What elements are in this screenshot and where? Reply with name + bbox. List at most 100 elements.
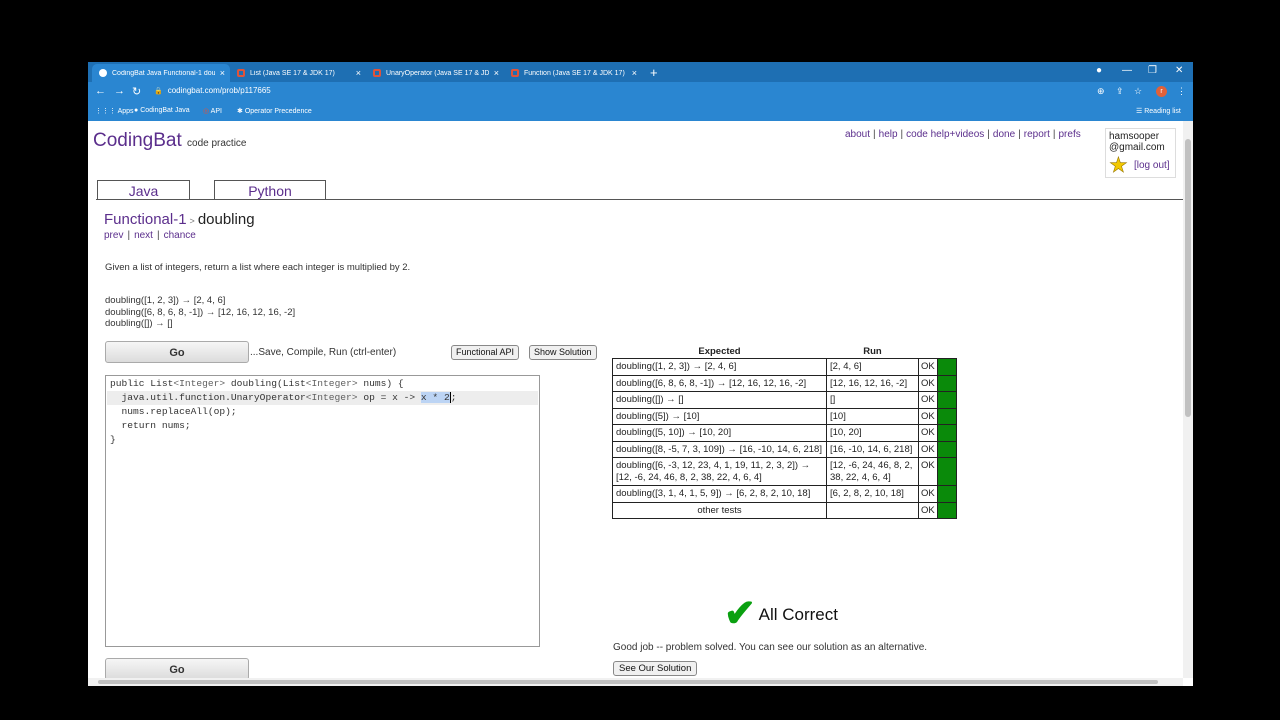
horizontal-scrollbar[interactable] <box>88 678 1183 686</box>
next-link[interactable]: next <box>134 230 153 241</box>
example-line: doubling([]) → [] <box>105 318 173 329</box>
close-window-icon[interactable]: ✕ <box>1175 65 1183 76</box>
tab-list-javadoc[interactable]: List (Java SE 17 & JDK 17) × <box>230 64 366 82</box>
scrollbar-thumb[interactable] <box>1185 139 1191 417</box>
new-tab-button[interactable]: + <box>650 65 658 80</box>
show-solution-button[interactable]: Show Solution <box>529 345 597 360</box>
chance-link[interactable]: chance <box>164 230 196 241</box>
tab-divider <box>96 199 1183 200</box>
results-table: Expected Run doubling([1, 2, 3]) → [2, 4… <box>612 345 957 519</box>
reading-list-button[interactable]: ☰ Reading list <box>1136 107 1181 115</box>
tab-strip: CodingBat Java Functional-1 dou... × Lis… <box>88 62 1193 82</box>
all-correct-banner: ✔ All Correct <box>724 591 838 636</box>
breadcrumb-section-link[interactable]: Functional-1 <box>104 211 187 228</box>
close-tab-icon[interactable]: × <box>627 68 642 78</box>
code-line: } <box>110 434 116 445</box>
expected-cell: doubling([]) → [] <box>612 391 827 409</box>
expected-cell: doubling([6, 8, 6, 8, -1]) → [12, 16, 12… <box>612 374 827 392</box>
zoom-icon[interactable]: ⊕ <box>1097 86 1105 97</box>
site-logo[interactable]: CodingBat code practice <box>93 130 247 152</box>
expected-cell: doubling([6, -3, 12, 23, 4, 1, 19, 11, 2… <box>612 457 827 486</box>
pass-indicator <box>936 440 957 458</box>
tab-title: List (Java SE 17 & JDK 17) <box>250 69 335 77</box>
reading-list-icon: ☰ <box>1136 108 1145 115</box>
header-run: Run <box>863 345 882 357</box>
examples: doubling([1, 2, 3]) → [2, 4, 6] doubling… <box>105 295 295 330</box>
expected-cell: doubling([1, 2, 3]) → [2, 4, 6] <box>612 358 827 376</box>
bookmark-api[interactable]: ◎ API <box>203 107 222 115</box>
bookmark-operator-precedence[interactable]: ✱ Operator Precedence <box>237 107 312 115</box>
link-about[interactable]: about <box>845 129 870 140</box>
logo-subtitle: code practice <box>187 138 247 149</box>
tab-java[interactable]: Java <box>97 180 190 200</box>
user-email-line2: @gmail.com <box>1109 142 1165 153</box>
tab-codingbat[interactable]: CodingBat Java Functional-1 dou... × <box>92 64 230 82</box>
run-cell: [2, 4, 6] <box>826 358 919 376</box>
status-cell: OK <box>918 501 938 519</box>
bookmark-label: Apps <box>117 108 134 115</box>
run-cell: [6, 2, 8, 2, 10, 18] <box>826 485 919 503</box>
address-bar: ← → ↻ 🔒 codingbat.com/prob/p117665 ⊕ ⇪ ☆ … <box>88 82 1193 102</box>
see-our-solution-button[interactable]: See Our Solution <box>613 661 698 676</box>
go-button[interactable]: Go <box>105 341 249 363</box>
pass-indicator <box>936 391 957 409</box>
tab-function-javadoc[interactable]: Function (Java SE 17 & JDK 17) × <box>504 64 642 82</box>
expected-cell: doubling([5]) → [10] <box>612 407 827 425</box>
save-compile-hint: ...Save, Compile, Run (ctrl-enter) <box>250 347 397 358</box>
back-icon[interactable]: ← <box>95 85 106 97</box>
status-cell: OK <box>918 457 938 486</box>
minimize-icon[interactable]: — <box>1122 65 1132 76</box>
vertical-scrollbar[interactable] <box>1183 121 1193 678</box>
run-cell: [10] <box>826 407 919 425</box>
tab-unaryoperator-javadoc[interactable]: UnaryOperator (Java SE 17 & JDK... × <box>366 64 504 82</box>
link-prefs[interactable]: prefs <box>1058 129 1080 140</box>
tab-python[interactable]: Python <box>214 180 326 200</box>
result-row: doubling([3, 1, 4, 1, 5, 9]) → [6, 2, 8,… <box>612 485 957 503</box>
restore-icon[interactable]: ❐ <box>1148 65 1157 76</box>
menu-kebab-icon[interactable]: ⋮ <box>1177 86 1186 97</box>
code-line: return nums; <box>110 420 191 431</box>
result-row: doubling([8, -5, 7, 3, 109]) → [16, -10,… <box>612 440 957 458</box>
code-editor[interactable]: public List<Integer> doubling(List<Integ… <box>105 375 540 647</box>
bookmark-apps[interactable]: ⋮⋮⋮ Apps <box>95 107 134 115</box>
status-cell: OK <box>918 424 938 442</box>
page-content: CodingBat code practice about | help | code … <box>88 121 1183 678</box>
tab-search-icon[interactable]: ● <box>1096 65 1102 76</box>
link-code-help-videos[interactable]: code help+videos <box>906 129 984 140</box>
problem-title: doubling <box>197 211 255 228</box>
prev-link[interactable]: prev <box>104 230 123 241</box>
logout-link[interactable]: [log out] <box>1134 160 1170 171</box>
bookmark-label: API <box>210 108 222 115</box>
functional-api-button[interactable]: Functional API <box>451 345 520 360</box>
link-report[interactable]: report <box>1024 129 1050 140</box>
share-icon[interactable]: ⇪ <box>1116 86 1124 97</box>
reload-icon[interactable]: ↻ <box>132 85 141 98</box>
close-tab-icon[interactable]: × <box>489 68 504 78</box>
bookmarks-bar: ⋮⋮⋮ Apps ● CodingBat Java ◎ API ✱ Operat… <box>88 102 1193 121</box>
run-cell <box>826 501 919 519</box>
link-help[interactable]: help <box>879 129 898 140</box>
apps-grid-icon: ⋮⋮⋮ <box>95 108 118 115</box>
forward-icon[interactable]: → <box>114 85 125 97</box>
oracle-favicon-icon <box>373 69 381 77</box>
close-tab-icon[interactable]: × <box>351 68 366 78</box>
oracle-favicon-icon <box>511 69 519 77</box>
oracle-favicon-icon: ◎ <box>203 108 211 115</box>
run-cell: [12, 16, 12, 16, -2] <box>826 374 919 392</box>
result-row: doubling([5, 10]) → [10, 20] [10, 20] OK <box>612 424 957 442</box>
go-button-bottom[interactable]: Go <box>105 658 249 678</box>
bookmark-codingbat[interactable]: ● CodingBat Java <box>134 107 190 114</box>
profile-avatar[interactable]: r <box>1156 86 1167 97</box>
user-email-line1: hamsooper <box>1109 131 1160 142</box>
user-box: hamsooper @gmail.com ★ [log out] <box>1105 128 1176 178</box>
close-tab-icon[interactable]: × <box>215 68 230 78</box>
status-cell: OK <box>918 358 938 376</box>
url-field[interactable]: 🔒 codingbat.com/prob/p117665 <box>154 86 271 95</box>
bookmark-star-icon[interactable]: ☆ <box>1134 86 1142 97</box>
result-row: doubling([]) → [][] OK <box>612 391 957 409</box>
expected-cell: doubling([8, -5, 7, 3, 109]) → [16, -10,… <box>612 440 827 458</box>
result-row: doubling([5]) → [10] [10] OK <box>612 407 957 425</box>
scrollbar-thumb[interactable] <box>98 680 1158 684</box>
pass-indicator <box>936 374 957 392</box>
link-done[interactable]: done <box>993 129 1015 140</box>
